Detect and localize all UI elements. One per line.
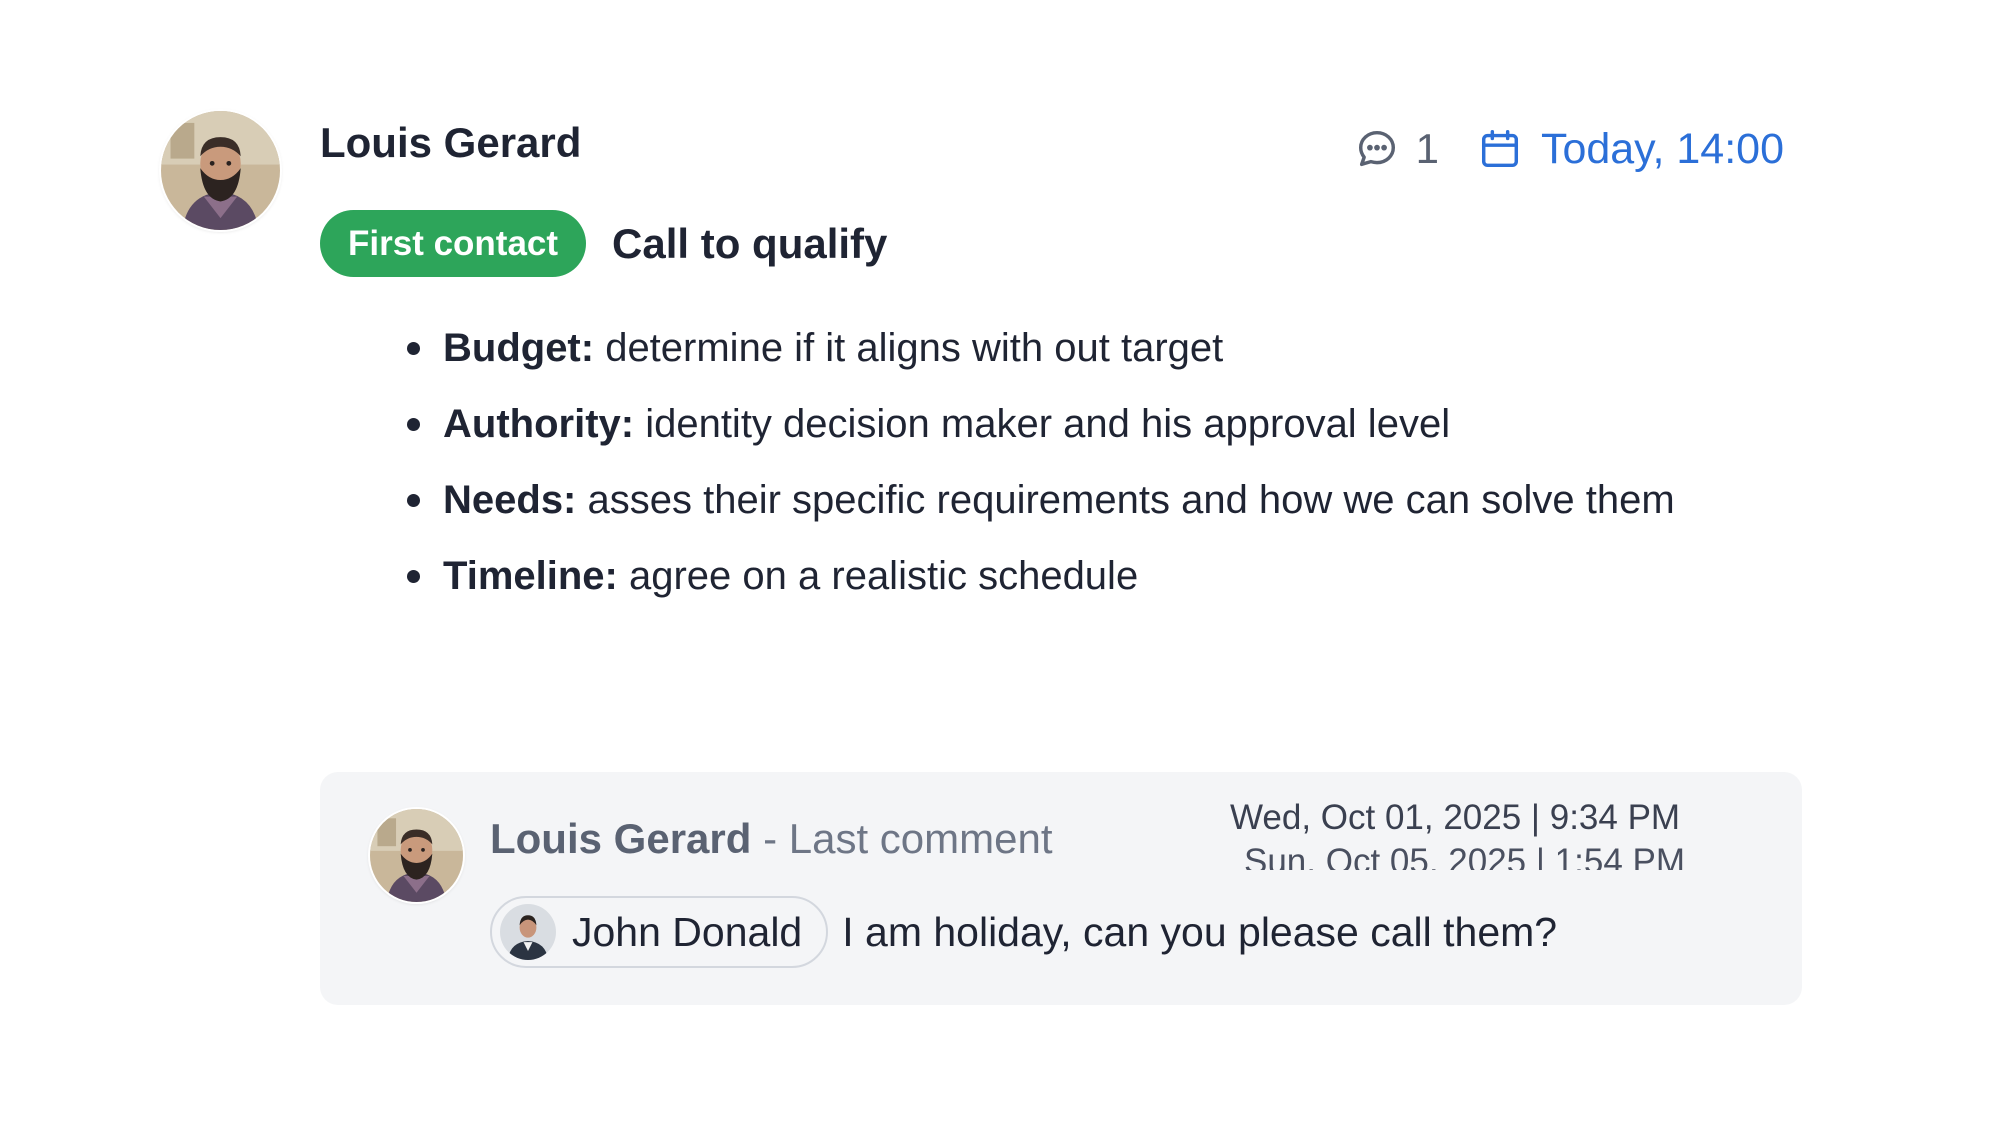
stage-badge[interactable]: First contact <box>320 210 587 277</box>
mention-name: John Donald <box>572 908 803 955</box>
note-item: Needs: asses their specific requirements… <box>407 470 1763 531</box>
mention-avatar <box>500 904 556 960</box>
avatar-photo <box>500 904 556 960</box>
comment-label: - Last comment <box>751 815 1053 862</box>
note-key: Authority: <box>443 402 635 446</box>
activity-meta: 1 Today, 14:00 <box>1354 122 1784 176</box>
note-key: Needs: <box>443 478 577 522</box>
avatar-photo <box>370 809 463 902</box>
comment-author-avatar[interactable] <box>370 809 463 902</box>
mention-chip[interactable]: John Donald <box>490 896 829 968</box>
comment-text: I am holiday, can you please call them? <box>842 908 1558 955</box>
comment-author-name[interactable]: Louis Gerard <box>490 815 751 862</box>
chat-bubble-icon <box>1358 130 1395 167</box>
comments-count-value: 1 <box>1415 125 1439 172</box>
activity-notes: Budget: determine if it aligns with out … <box>407 318 1763 622</box>
last-comment-card[interactable]: Louis Gerard - Last comment Sun, Oct 05,… <box>320 772 1802 1005</box>
activity-header: First contact Call to qualify <box>320 210 887 277</box>
note-text: determine if it aligns with out target <box>594 326 1224 370</box>
due-date[interactable]: Today, 14:00 <box>1477 125 1784 174</box>
note-item: Timeline: agree on a realistic schedule <box>407 546 1763 607</box>
comment-timestamp: Sun, Oct 05, 2025 | 1:54 PM Wed, Oct 01,… <box>1230 798 1750 870</box>
note-text: agree on a realistic schedule <box>617 554 1139 598</box>
activity-title[interactable]: Call to qualify <box>612 220 887 268</box>
author-name[interactable]: Louis Gerard <box>320 122 581 164</box>
note-item: Budget: determine if it aligns with out … <box>407 318 1763 379</box>
note-text: asses their specific requirements and ho… <box>576 478 1675 522</box>
due-date-label: Today, 14:00 <box>1540 124 1784 173</box>
calendar-icon <box>1481 130 1518 168</box>
comment-header: Louis Gerard - Last comment <box>490 815 1053 862</box>
comment-timestamp-overlap: Sun, Oct 05, 2025 | 1:54 PM <box>1244 842 1686 870</box>
avatar-photo <box>161 111 280 230</box>
author-avatar[interactable] <box>161 111 280 230</box>
note-item: Authority: identity decision maker and h… <box>407 394 1763 455</box>
note-key: Timeline: <box>443 554 618 598</box>
comment-body: John Donald I am holiday, can you please… <box>490 896 1557 968</box>
note-text: identity decision maker and his approval… <box>634 402 1451 446</box>
note-key: Budget: <box>443 326 595 370</box>
comment-timestamp-current: Wed, Oct 01, 2025 | 9:34 PM <box>1230 798 1681 837</box>
comments-count[interactable]: 1 <box>1354 125 1439 173</box>
